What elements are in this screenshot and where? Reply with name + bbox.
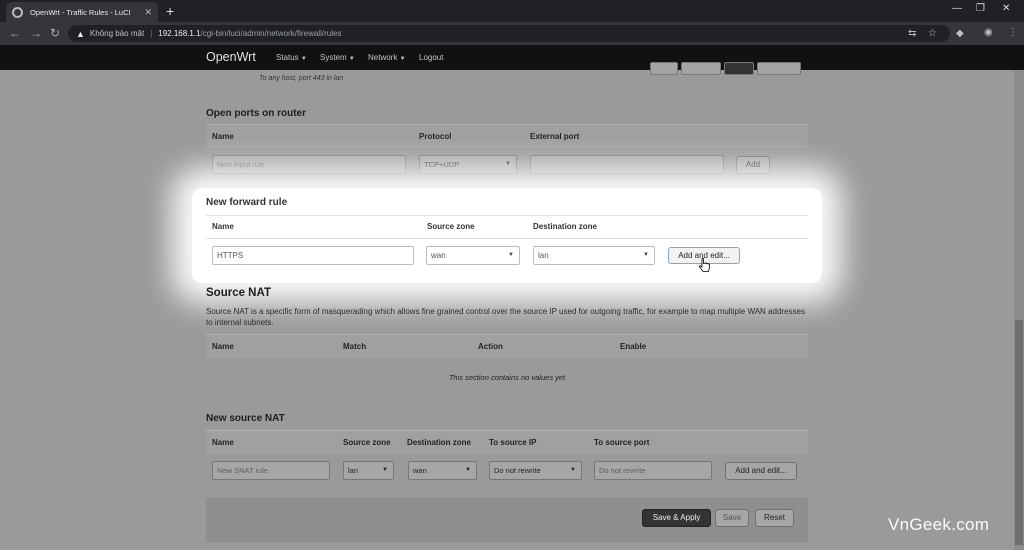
chevron-down-icon: ▼ — [348, 56, 355, 62]
profile-icon[interactable]: ◉ — [984, 27, 993, 38]
empty-section-message: This section contains no values yet — [448, 373, 566, 382]
column-name: Name — [212, 438, 234, 447]
column-source-zone: Source zone — [427, 222, 475, 231]
dropdown-arrow-icon: ▼ — [465, 467, 471, 473]
snat-to-source-ip-select[interactable]: Do not rewrite ▼ — [489, 461, 582, 480]
nav-status[interactable]: Status ▼ — [276, 53, 307, 62]
restore-icon[interactable]: ❐ — [976, 3, 985, 14]
forward-icon[interactable]: → — [30, 26, 42, 40]
forward-rule-title: New forward rule — [206, 197, 288, 208]
nav-logout[interactable]: Logout — [419, 53, 443, 62]
new-snat-rule-field[interactable]: New SNAT rule — [212, 461, 330, 480]
column-to-source-ip: To source IP — [489, 438, 537, 447]
dropdown-arrow-icon: ▼ — [382, 467, 388, 473]
extension-icon[interactable]: ◆ — [956, 28, 964, 39]
column-action: Action — [478, 342, 503, 351]
save-button[interactable]: Save — [715, 509, 749, 527]
tab-title: OpenWrt - Traffic Rules - LuCI — [30, 7, 131, 17]
forward-rule-name-input[interactable]: HTTPS — [212, 246, 414, 265]
protocol-select[interactable]: TCP+UDP ▼ — [419, 155, 517, 174]
brand-logo[interactable]: OpenWrt — [206, 50, 256, 64]
openwrt-favicon-icon — [12, 6, 23, 18]
browser-toolbar: ← → ↻ ▲ Không bảo mật | 192.168.1.1/cgi-… — [0, 22, 1024, 45]
snat-add-and-edit-button[interactable]: Add and edit... — [725, 462, 797, 480]
nav-network[interactable]: Network ▼ — [368, 53, 406, 62]
url-path: /cgi-bin/luci/admin/network/firewall/rul… — [200, 29, 342, 38]
open-ports-header — [206, 124, 808, 148]
column-external-port: External port — [530, 132, 580, 141]
source-nat-title: Source NAT — [206, 287, 271, 299]
scrollbar-thumb[interactable] — [1015, 320, 1023, 545]
forward-destination-zone-select[interactable]: lan ▼ — [533, 246, 655, 265]
url-separator: | — [150, 29, 153, 38]
dropdown-arrow-icon: ▼ — [570, 467, 576, 473]
column-source-zone: Source zone — [343, 438, 391, 447]
reload-icon[interactable]: ↻ — [50, 26, 60, 40]
close-tab-icon[interactable]: ✕ — [144, 7, 152, 18]
column-match: Match — [343, 342, 367, 351]
minimize-icon[interactable]: — — [952, 3, 962, 14]
insecure-label: Không bảo mật — [89, 29, 145, 38]
dropdown-arrow-icon: ▼ — [643, 252, 649, 258]
address-bar[interactable]: ▲ Không bảo mật | 192.168.1.1/cgi-bin/lu… — [68, 25, 950, 42]
save-apply-button[interactable]: Save & Apply — [642, 509, 711, 527]
snat-source-zone-select[interactable]: lan ▼ — [343, 461, 394, 480]
browser-tab-bar: OpenWrt - Traffic Rules - LuCI ✕ + — ❐ ✕ — [0, 0, 1024, 22]
reset-button[interactable]: Reset — [755, 509, 794, 527]
new-tab-icon[interactable]: + — [166, 3, 174, 19]
back-icon[interactable]: ← — [9, 26, 21, 40]
source-nat-header — [206, 334, 808, 358]
warning-icon: ▲ — [76, 28, 85, 39]
chevron-down-icon: ▼ — [300, 56, 307, 62]
hand-cursor-icon — [699, 258, 710, 272]
column-to-source-port: To source port — [594, 438, 650, 447]
external-port-field[interactable] — [530, 155, 724, 174]
open-ports-title: Open ports on router — [206, 108, 306, 119]
column-name: Name — [212, 342, 234, 351]
source-nat-description: Source NAT is a specific form of masquer… — [206, 307, 805, 327]
rule-toggle-button[interactable] — [724, 62, 754, 75]
rule-edit-button[interactable] — [681, 62, 721, 75]
translate-icon[interactable]: ⇆ — [908, 28, 916, 39]
chevron-down-icon: ▼ — [399, 56, 406, 62]
column-enable: Enable — [620, 342, 647, 351]
nav-system[interactable]: System ▼ — [320, 53, 355, 62]
rule-up-button[interactable] — [650, 62, 678, 75]
close-window-icon[interactable]: ✕ — [1002, 3, 1010, 14]
new-source-nat-title: New source NAT — [206, 413, 285, 424]
dropdown-arrow-icon: ▼ — [508, 252, 514, 258]
column-destination-zone: Destination zone — [533, 222, 598, 231]
previous-rule-description: To any host, port 443 in lan — [259, 75, 344, 82]
add-input-rule-button[interactable]: Add — [736, 156, 770, 174]
new-input-rule-field[interactable]: New input rule — [212, 155, 406, 174]
forward-source-zone-select[interactable]: wan ▼ — [426, 246, 520, 265]
column-destination-zone: Destination zone — [407, 438, 472, 447]
column-name: Name — [212, 132, 234, 141]
luci-header: OpenWrt Status ▼ System ▼ Network ▼ Logo… — [0, 45, 1024, 70]
forward-rule-header — [206, 215, 808, 239]
rule-delete-button[interactable] — [757, 62, 801, 75]
menu-kebab-icon[interactable]: ⋮ — [1008, 27, 1018, 38]
watermark: VnGeek.com — [888, 515, 990, 534]
snat-destination-zone-select[interactable]: wan ▼ — [408, 461, 477, 480]
snat-to-source-port-field[interactable]: Do not rewrite — [594, 461, 712, 480]
dropdown-arrow-icon: ▼ — [505, 161, 511, 167]
column-protocol: Protocol — [419, 132, 452, 141]
bookmark-star-icon[interactable]: ☆ — [928, 28, 937, 39]
browser-tab[interactable]: OpenWrt - Traffic Rules - LuCI ✕ — [6, 2, 158, 22]
url-host: 192.168.1.1 — [158, 29, 201, 38]
column-name: Name — [212, 222, 234, 231]
